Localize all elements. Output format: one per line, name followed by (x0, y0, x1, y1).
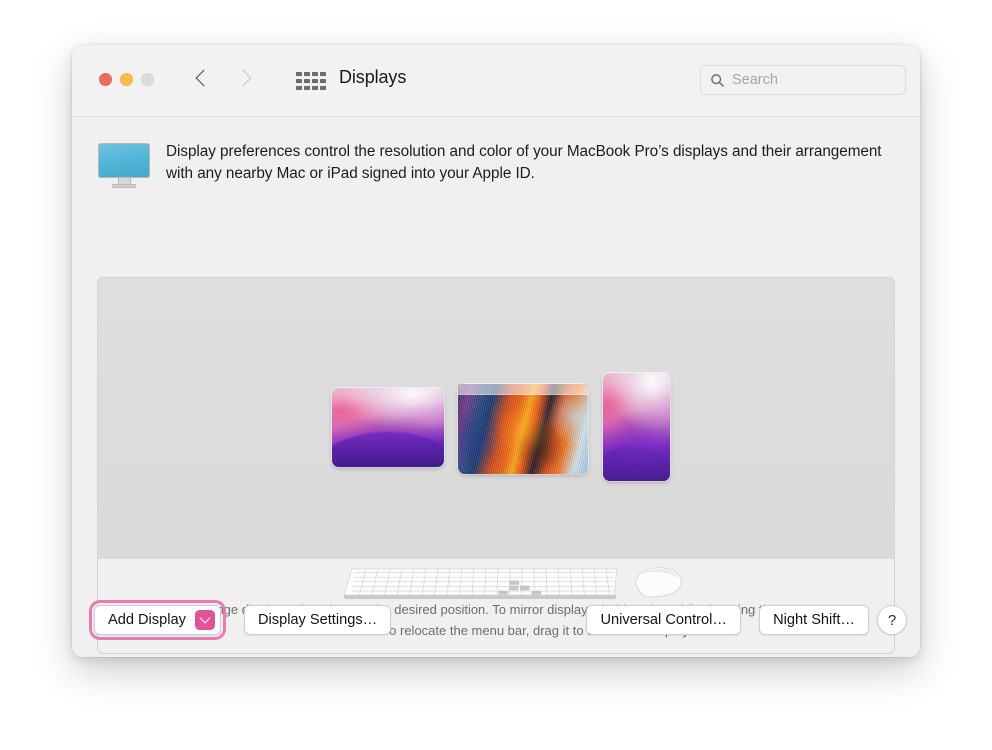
window-titlebar: Displays (72, 45, 920, 117)
wallpaper-monterey-purple (603, 373, 670, 481)
back-chevron-icon[interactable] (196, 67, 209, 89)
wallpaper-monterey-purple (332, 388, 444, 467)
add-display-button[interactable]: Add Display (94, 605, 221, 635)
help-button[interactable]: ? (877, 605, 907, 635)
grid-icon[interactable] (295, 71, 327, 91)
footer-button-bar: Add Display Display Settings… Universal … (72, 584, 920, 656)
grid-cell (296, 72, 302, 77)
arrangement-canvas[interactable] (98, 278, 894, 559)
menu-bar-strip[interactable] (458, 384, 588, 395)
window-content: Display preferences control the resoluti… (72, 117, 920, 656)
wallpaper-abstract-orange-blue (458, 384, 588, 474)
grid-cell (312, 78, 318, 84)
display-left[interactable] (332, 388, 444, 467)
forward-chevron-icon[interactable] (235, 67, 248, 89)
traffic-light-buttons (99, 73, 154, 86)
universal-control-button[interactable]: Universal Control… (586, 605, 741, 635)
grid-cell (296, 78, 302, 84)
search-icon (711, 73, 724, 87)
intro-section: Display preferences control the resoluti… (98, 141, 894, 188)
display-monitor-icon (98, 143, 150, 188)
navigation-arrows (196, 67, 248, 89)
display-center[interactable] (458, 384, 588, 474)
close-button[interactable] (99, 73, 112, 86)
grid-cell (320, 85, 326, 90)
minimize-button[interactable] (120, 73, 133, 86)
grid-cell (304, 85, 310, 90)
grid-cell (320, 72, 326, 77)
grid-cell (320, 78, 326, 84)
search-field[interactable] (700, 65, 906, 95)
search-input[interactable] (732, 72, 896, 88)
displays-preferences-window: Displays Display preferences control the… (72, 45, 920, 657)
night-shift-button[interactable]: Night Shift… (759, 605, 869, 635)
grid-cell (312, 72, 318, 77)
display-settings-button[interactable]: Display Settings… (244, 605, 392, 635)
add-display-label: Add Display (108, 612, 186, 628)
display-right[interactable] (603, 373, 670, 481)
page-title: Displays (339, 67, 407, 87)
zoom-button[interactable] (141, 73, 154, 86)
monitor-base (112, 184, 136, 188)
chevron-down-icon[interactable] (194, 610, 215, 630)
grid-cell (304, 72, 310, 77)
grid-cell (304, 78, 310, 84)
intro-description: Display preferences control the resoluti… (166, 143, 882, 183)
monitor-screen (98, 143, 150, 178)
add-display-group: Add Display (89, 600, 226, 640)
grid-cell (296, 85, 302, 90)
grid-cell (312, 85, 318, 90)
